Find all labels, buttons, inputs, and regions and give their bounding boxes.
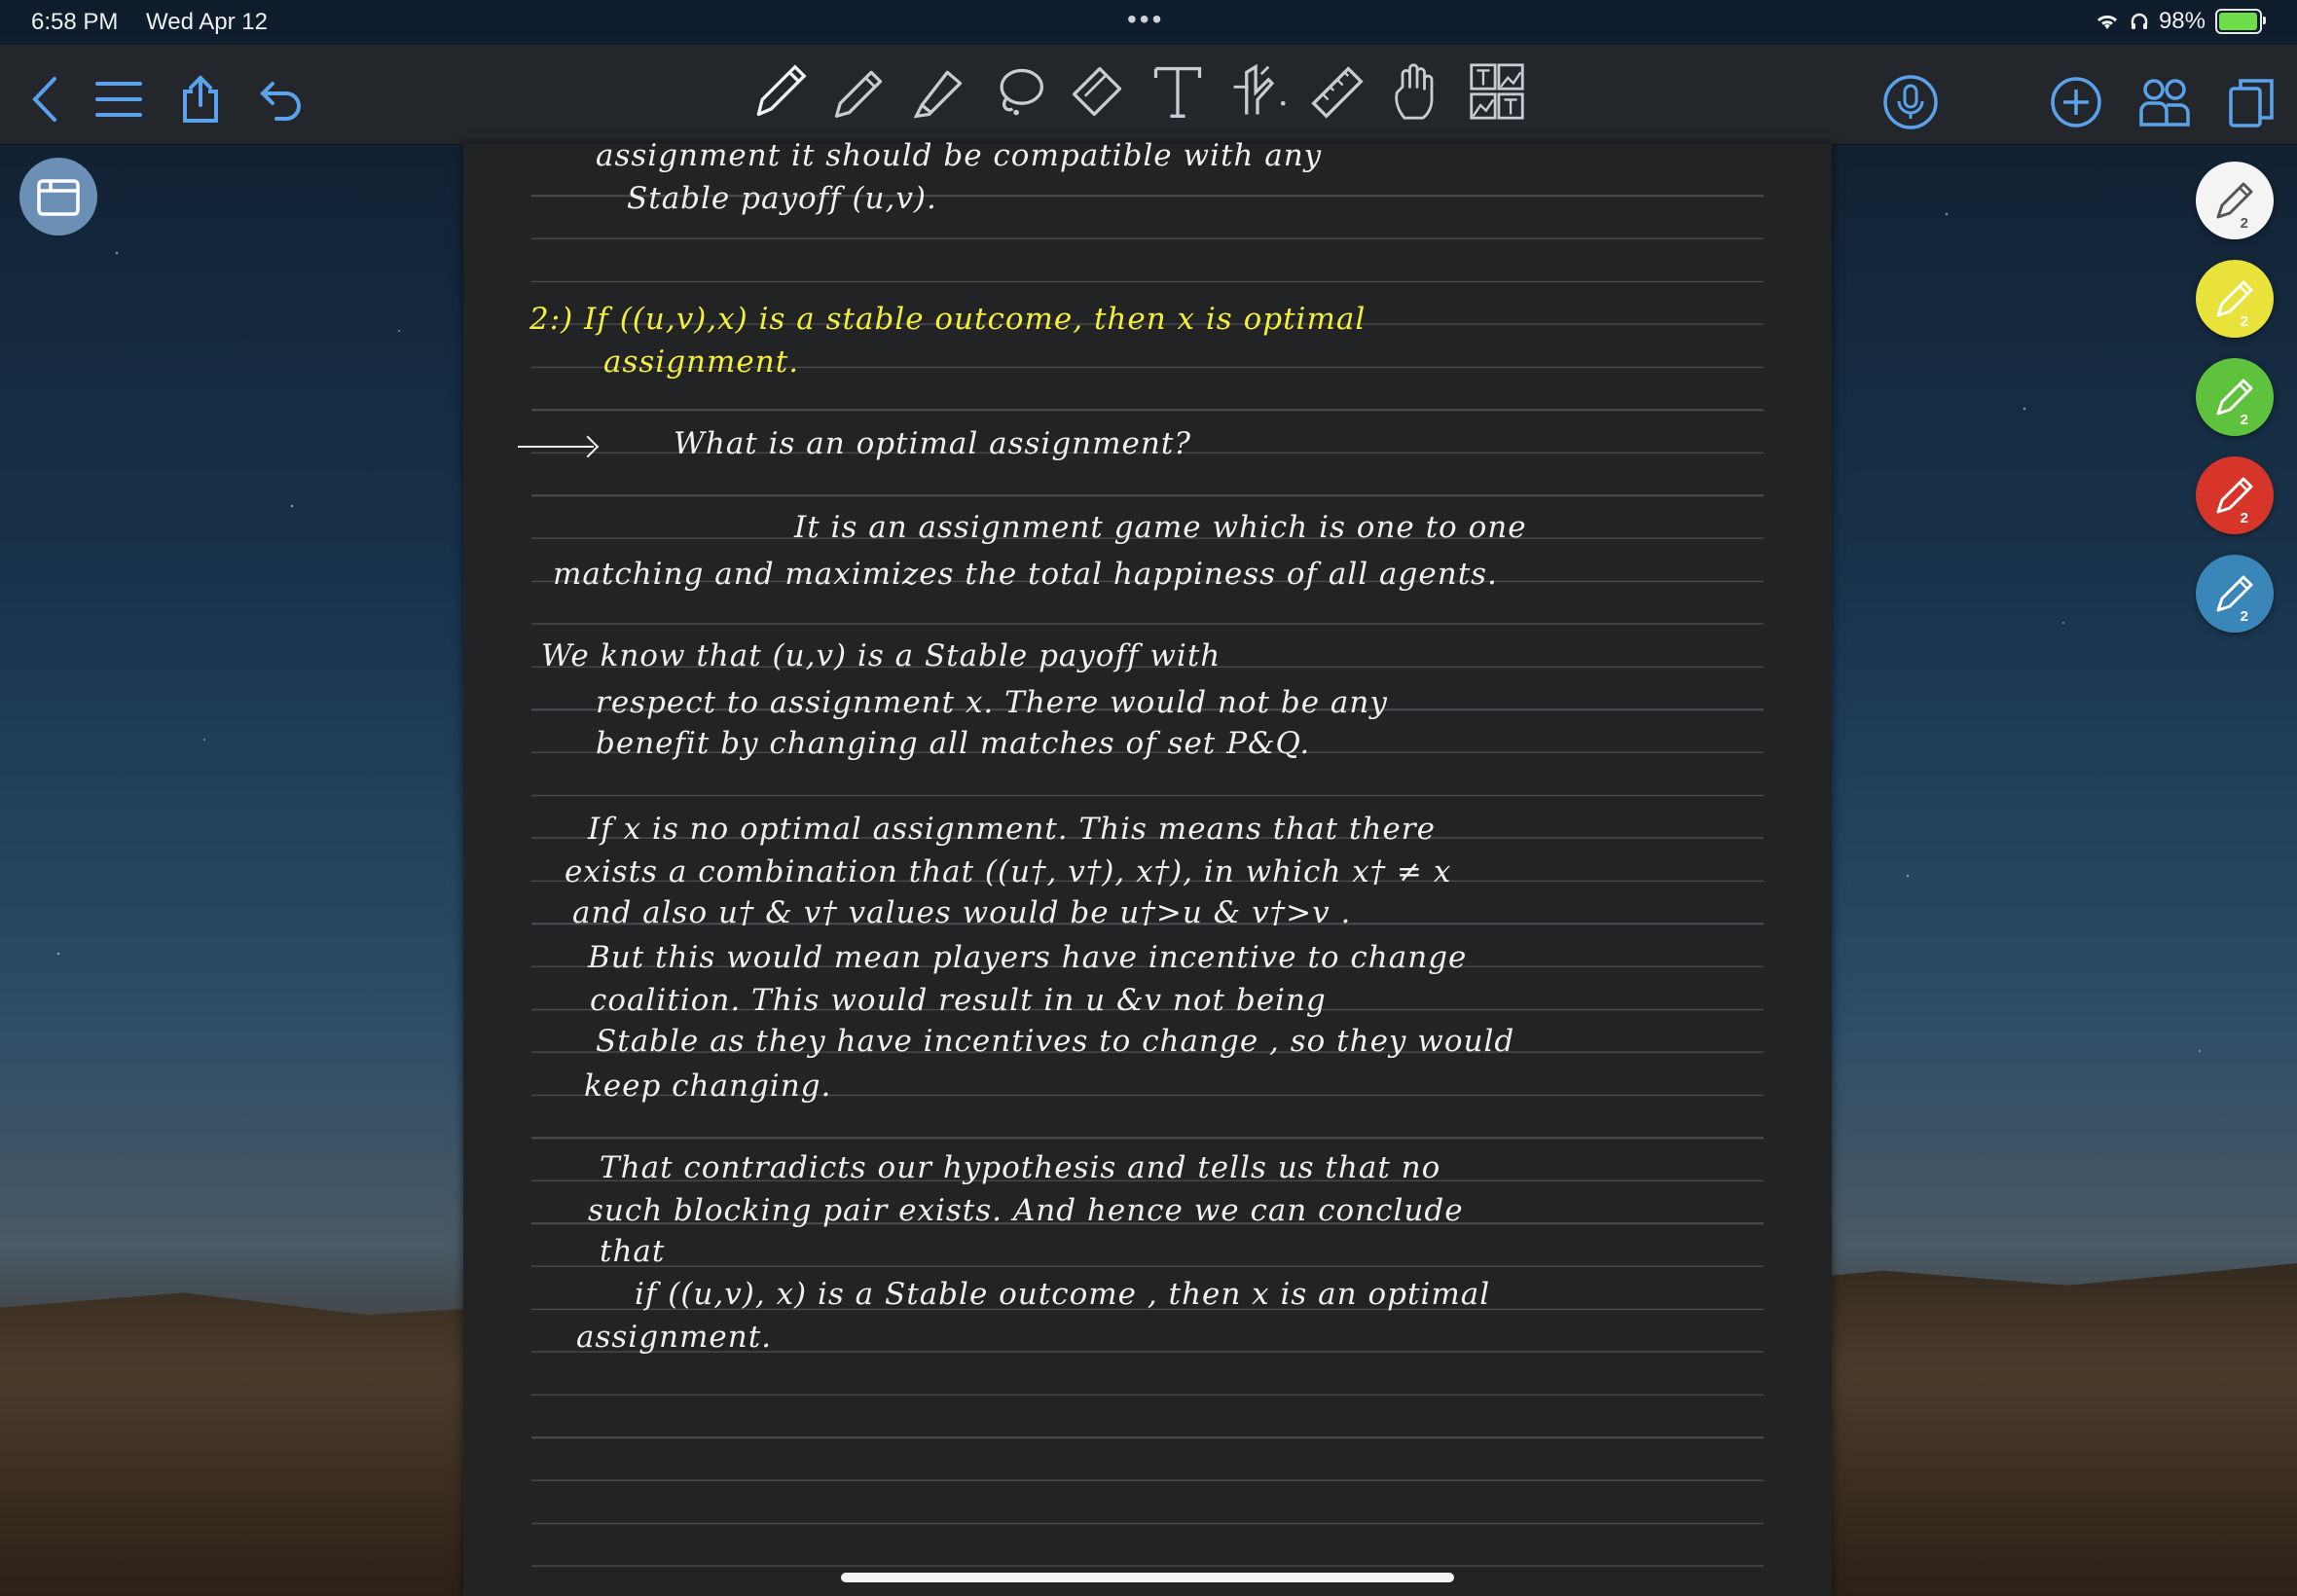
note-line: What is an optimal assignment? [674, 426, 1191, 461]
pen-preset-count: 2 [2240, 313, 2248, 330]
home-indicator[interactable] [841, 1573, 1454, 1582]
note-line: That contradicts our hypothesis and tell… [600, 1150, 1441, 1185]
note-line: Stable as they have incentives to change… [596, 1024, 1515, 1059]
note-line: respect to assignment x. There would not… [596, 685, 1388, 720]
pen-icon [2212, 276, 2257, 321]
note-line: that [600, 1234, 666, 1269]
share-icon[interactable] [179, 74, 222, 125]
text-icon[interactable] [1148, 54, 1207, 128]
battery-icon [2215, 9, 2266, 34]
note-line: Stable payoff (u,v). [627, 181, 937, 216]
image-text-icon[interactable] [1468, 54, 1526, 128]
pen-preset-count: 2 [2240, 412, 2248, 428]
fountain-pen-icon[interactable] [749, 54, 808, 128]
pen-preset-button[interactable]: 2 [2196, 358, 2274, 436]
arrow-icon [518, 446, 594, 448]
collaborate-icon[interactable] [2137, 76, 2192, 128]
toolbar [0, 45, 2297, 145]
note-line: if ((u,v), x) is a Stable outcome , then… [635, 1277, 1491, 1312]
pen-preset-count: 2 [2240, 215, 2248, 232]
note-line-highlight: 2:) If ((u,v),x) is a stable outcome, th… [529, 302, 1367, 337]
pen-icon [2212, 571, 2257, 616]
toolbar-right [1882, 74, 2276, 130]
note-line: It is an assignment game which is one to… [794, 510, 1527, 545]
back-icon[interactable] [29, 75, 58, 124]
pen-icon [2212, 473, 2257, 518]
note-line: exists a combination that ((u†, v†), x†)… [565, 854, 1452, 889]
note-line: assignment it should be compatible with … [596, 138, 1323, 173]
pen-preset-button[interactable]: 2 [2196, 162, 2274, 239]
note-line: assignment. [576, 1320, 773, 1355]
note-line: coalition. This would result in u &v not… [590, 983, 1327, 1018]
pen-preset-count: 2 [2240, 510, 2248, 526]
status-time: 6:58 PM [31, 9, 119, 35]
undo-icon[interactable] [257, 76, 306, 123]
wifi-icon [2095, 12, 2120, 31]
status-bar: 6:58 PM Wed Apr 12 ••• 98% [0, 0, 2297, 45]
pages-icon[interactable] [2227, 75, 2276, 129]
status-right: 98% [2095, 8, 2266, 35]
tool-palette [749, 54, 1526, 128]
toolbar-left [29, 74, 306, 125]
hand-icon[interactable] [1388, 54, 1446, 128]
microphone-icon[interactable] [1882, 74, 1939, 130]
ruler-icon[interactable] [1308, 54, 1367, 128]
multitasking-dots[interactable]: ••• [1127, 4, 1164, 35]
pen-preset-button[interactable]: 2 [2196, 260, 2274, 338]
note-line: If x is no optimal assignment. This mean… [588, 812, 1436, 847]
note-line: keep changing. [584, 1069, 832, 1104]
note-line: But this would mean players have incenti… [588, 940, 1468, 975]
lasso-icon[interactable] [989, 54, 1047, 128]
pen-preset-button[interactable]: 2 [2196, 456, 2274, 534]
note-line: such blocking pair exists. And hence we … [588, 1193, 1464, 1228]
battery-percent: 98% [2158, 8, 2206, 34]
note-line: and also u† & v† values would be u†>u & … [572, 895, 1352, 930]
note-line: matching and maximizes the total happine… [553, 557, 1498, 592]
note-line: We know that (u,v) is a Stable payoff wi… [541, 638, 1221, 673]
pen-icon [2212, 375, 2257, 419]
eraser-icon[interactable] [1069, 54, 1127, 128]
tabs-icon [35, 175, 82, 218]
sidebar-toggle-button[interactable] [19, 158, 97, 236]
pen-preset-count: 2 [2240, 608, 2248, 625]
pen-preset-button[interactable]: 2 [2196, 555, 2274, 633]
pen-icon [2212, 178, 2257, 223]
pen-presets: 2 2 2 2 2 [2196, 162, 2274, 633]
menu-icon[interactable] [93, 78, 144, 121]
add-icon[interactable] [2050, 76, 2102, 128]
note-line: benefit by changing all matches of set P… [596, 726, 1311, 761]
shapes-icon[interactable] [1228, 54, 1287, 128]
headphones-icon [2130, 12, 2149, 31]
note-line-highlight: assignment. [603, 345, 800, 380]
status-date: Wed Apr 12 [146, 9, 268, 35]
highlighter-icon[interactable] [909, 54, 967, 128]
notebook-page[interactable]: assignment it should be compatible with … [463, 138, 1832, 1596]
pencil-icon[interactable] [829, 54, 888, 128]
